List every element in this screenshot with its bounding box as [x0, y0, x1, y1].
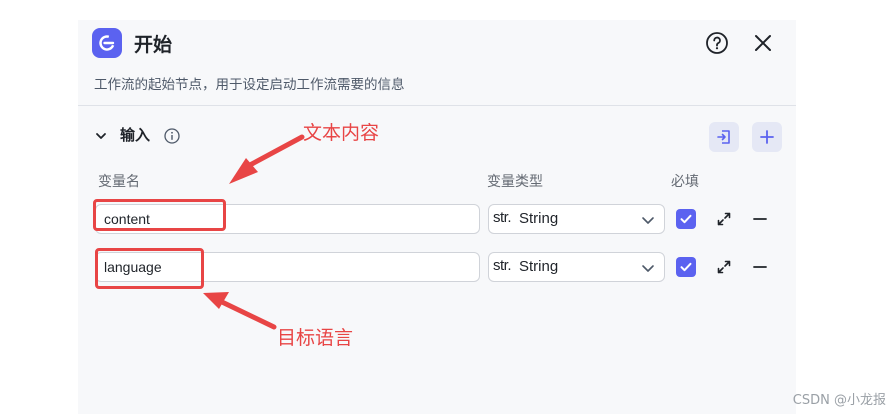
add-variable-button[interactable] [752, 122, 782, 152]
header-divider [78, 105, 796, 106]
remove-row-button[interactable] [750, 209, 770, 229]
type-prefix: str. [493, 209, 512, 226]
variable-type-select[interactable]: str. String [488, 252, 665, 282]
import-variable-button[interactable] [709, 122, 739, 152]
start-node-icon [92, 28, 122, 58]
column-header-name: 变量名 [98, 174, 140, 190]
column-header-required: 必填 [671, 174, 699, 190]
remove-row-button[interactable] [750, 257, 770, 277]
chevron-down-icon[interactable] [94, 128, 108, 142]
close-icon[interactable] [750, 30, 776, 56]
panel-header: 开始 工作流的起始节点，用于设定启动工作流需要的信息 [78, 20, 796, 106]
info-icon[interactable] [164, 128, 180, 144]
chevron-down-icon [642, 217, 654, 224]
input-section-title: 输入 [120, 126, 151, 144]
column-header-type: 变量类型 [487, 174, 543, 190]
type-prefix: str. [493, 257, 512, 274]
panel-description: 工作流的起始节点，用于设定启动工作流需要的信息 [94, 77, 405, 93]
watermark: CSDN @小龙报 [792, 393, 886, 408]
type-label: String [519, 210, 559, 227]
annotation-box-language [95, 248, 204, 289]
check-icon [680, 214, 692, 224]
expand-icon[interactable] [714, 257, 734, 277]
annotation-label-top: 文本内容 [303, 122, 380, 144]
chevron-down-icon [642, 265, 654, 272]
help-circle-icon[interactable] [704, 30, 730, 56]
required-checkbox[interactable] [676, 257, 696, 277]
panel-title: 开始 [134, 34, 173, 56]
expand-icon[interactable] [714, 209, 734, 229]
type-label: String [519, 258, 559, 275]
annotation-label-bottom: 目标语言 [277, 327, 354, 349]
check-icon [680, 262, 692, 272]
variable-type-select[interactable]: str. String [488, 204, 665, 234]
annotation-box-content [93, 199, 226, 231]
required-checkbox[interactable] [676, 209, 696, 229]
